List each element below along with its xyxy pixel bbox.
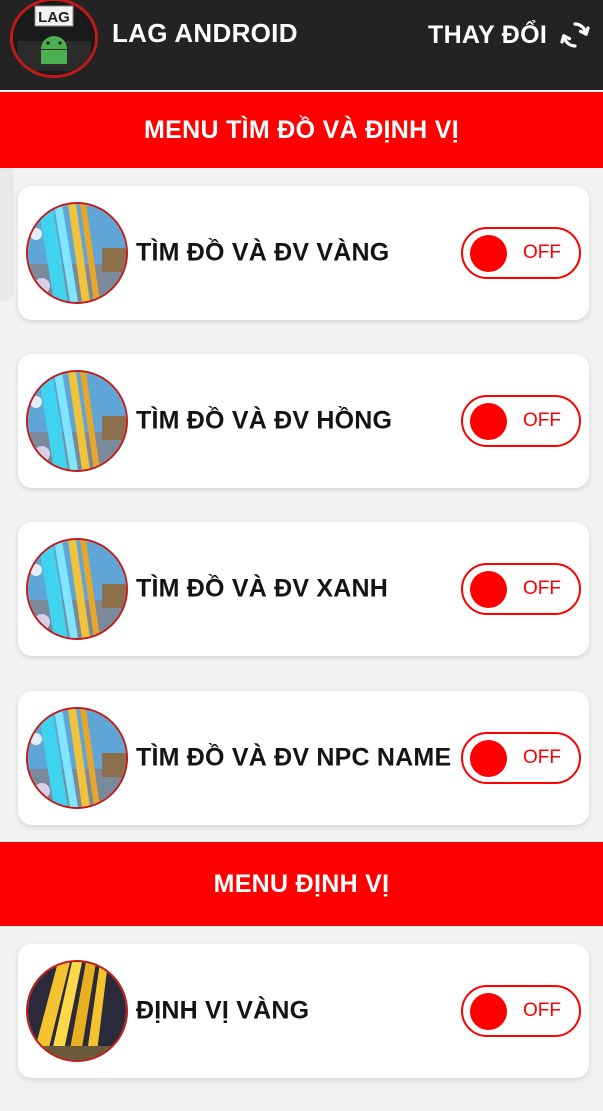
item-label: TÌM ĐỒ VÀ ĐV NPC NAME	[136, 743, 452, 772]
menu-item-card: TÌM ĐỒ VÀ ĐV XANH OFF	[18, 522, 589, 656]
game-beam-image-icon	[28, 709, 126, 807]
section-title: MENU ĐỊNH VỊ	[213, 869, 390, 898]
yellow-beam-image-icon	[28, 962, 126, 1060]
toggle-state: OFF	[523, 578, 561, 599]
logo-text: LAG	[38, 9, 70, 26]
item-thumbnail	[26, 538, 128, 640]
app-title: LAG ANDROID	[112, 18, 298, 48]
item-thumbnail	[26, 960, 128, 1062]
section-header-search-locate: MENU TÌM ĐỒ VÀ ĐỊNH VỊ	[0, 92, 603, 168]
toggle-switch[interactable]: OFF	[461, 563, 581, 615]
toggle-knob	[470, 235, 507, 272]
section-header-locate: MENU ĐỊNH VỊ	[0, 842, 603, 926]
toggle-switch[interactable]: OFF	[461, 985, 581, 1037]
menu-item-card: ĐỊNH VỊ VÀNG OFF	[18, 944, 589, 1078]
toggle-state: OFF	[523, 1000, 561, 1021]
toggle-switch[interactable]: OFF	[461, 732, 581, 784]
toggle-switch[interactable]: OFF	[461, 227, 581, 279]
item-thumbnail	[26, 202, 128, 304]
toggle-knob	[470, 571, 507, 608]
game-beam-image-icon	[28, 372, 126, 470]
item-label: TÌM ĐỒ VÀ ĐV XANH	[136, 574, 389, 603]
refresh-icon	[560, 22, 590, 48]
item-label: TÌM ĐỒ VÀ ĐV HỒNG	[136, 406, 393, 435]
item-label: TÌM ĐỒ VÀ ĐV VÀNG	[136, 238, 390, 267]
toggle-switch[interactable]: OFF	[461, 395, 581, 447]
change-button[interactable]: THAY ĐỔI	[428, 14, 591, 56]
item-thumbnail	[26, 707, 128, 809]
change-button-label: THAY ĐỔI	[428, 20, 548, 49]
game-beam-image-icon	[28, 540, 126, 638]
toggle-knob	[470, 993, 507, 1030]
app-top-bar: LAG LAG ANDROID THAY ĐỔI	[0, 0, 603, 90]
item-label: ĐỊNH VỊ VÀNG	[136, 996, 310, 1025]
menu-item-card: TÌM ĐỒ VÀ ĐV HỒNG OFF	[18, 354, 589, 488]
android-logo-icon: LAG	[13, 1, 95, 75]
toggle-state: OFF	[523, 242, 561, 263]
toggle-state: OFF	[523, 747, 561, 768]
toggle-state: OFF	[523, 410, 561, 431]
menu-item-card: TÌM ĐỒ VÀ ĐV NPC NAME OFF	[18, 691, 589, 825]
section-title: MENU TÌM ĐỒ VÀ ĐỊNH VỊ	[144, 115, 459, 144]
toggle-knob	[470, 403, 507, 440]
toggle-knob	[470, 740, 507, 777]
app-logo: LAG	[10, 0, 98, 78]
item-thumbnail	[26, 370, 128, 472]
game-beam-image-icon	[28, 204, 126, 302]
menu-item-card: TÌM ĐỒ VÀ ĐV VÀNG OFF	[18, 186, 589, 320]
